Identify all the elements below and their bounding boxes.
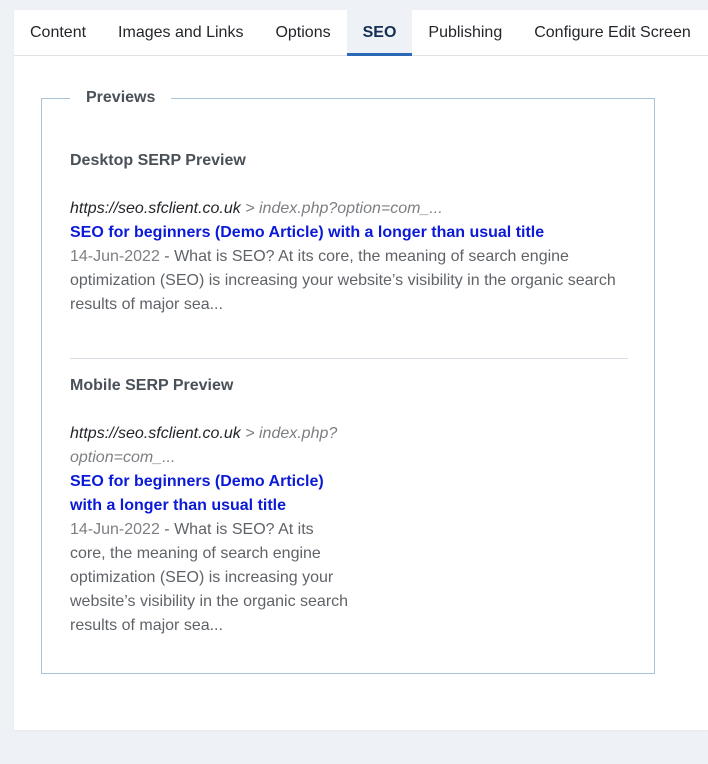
preview-divider <box>70 358 628 359</box>
desktop-serp-url-domain: https://seo.sfclient.co.uk <box>70 200 241 217</box>
tab-options[interactable]: Options <box>259 10 346 55</box>
previews-legend: Previews <box>86 89 156 106</box>
desktop-serp-url-path: > index.php?option=com_... <box>240 200 443 217</box>
desktop-serp-section: Desktop SERP Preview https://seo.sfclien… <box>70 149 630 317</box>
tab-seo[interactable]: SEO <box>346 10 413 56</box>
mobile-serp-snippet: 14-Jun-2022 - What is SEO? At its core, … <box>70 518 352 638</box>
desktop-serp-title[interactable]: SEO for beginners (Demo Article) with a … <box>70 221 630 245</box>
tab-bar: Content Images and Links Options SEO Pub… <box>14 10 708 56</box>
tab-configure-edit-screen[interactable]: Configure Edit Screen <box>518 10 707 55</box>
mobile-serp-title[interactable]: SEO for beginners (Demo Article) with a … <box>70 470 352 518</box>
mobile-serp-result: https://seo.sfclient.co.uk > index.php?o… <box>70 422 352 638</box>
article-edit-card: Content Images and Links Options SEO Pub… <box>14 10 708 730</box>
desktop-serp-url: https://seo.sfclient.co.uk > index.php?o… <box>70 197 630 221</box>
mobile-serp-url-domain: https://seo.sfclient.co.uk <box>70 425 241 442</box>
tab-publishing[interactable]: Publishing <box>412 10 518 55</box>
tab-content[interactable]: Content <box>14 10 102 55</box>
mobile-serp-section: Mobile SERP Preview https://seo.sfclient… <box>70 374 352 638</box>
tab-images-and-links[interactable]: Images and Links <box>102 10 259 55</box>
previews-fieldset: Previews Desktop SERP Preview https://se… <box>41 89 655 674</box>
desktop-serp-heading: Desktop SERP Preview <box>70 152 246 169</box>
desktop-serp-snippet: 14-Jun-2022 - What is SEO? At its core, … <box>70 245 630 317</box>
mobile-serp-url: https://seo.sfclient.co.uk > index.php?o… <box>70 422 352 470</box>
desktop-serp-result: https://seo.sfclient.co.uk > index.php?o… <box>70 197 630 317</box>
mobile-serp-date: 14-Jun-2022 <box>70 521 160 538</box>
mobile-serp-heading: Mobile SERP Preview <box>70 377 234 394</box>
desktop-serp-date: 14-Jun-2022 <box>70 248 160 265</box>
